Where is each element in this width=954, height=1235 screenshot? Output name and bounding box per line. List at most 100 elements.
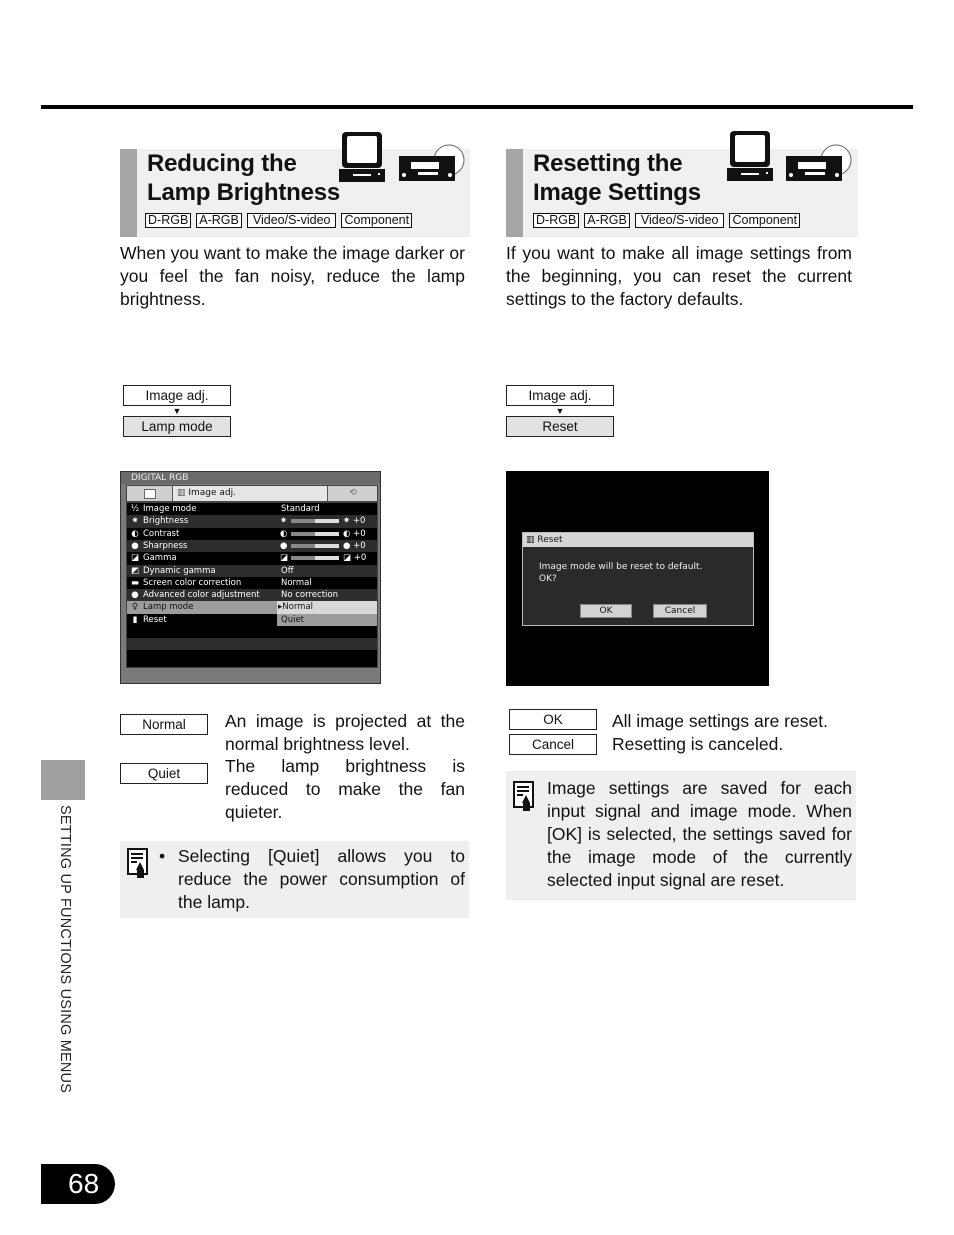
menu-path-step: Image adj. bbox=[123, 385, 231, 406]
menu-path-step: Reset bbox=[506, 416, 614, 437]
option-description: An image is projected at the normal brig… bbox=[225, 711, 465, 754]
computer-icon bbox=[339, 132, 385, 182]
menu-row-value: Quiet bbox=[277, 613, 377, 626]
section-title-line2: Lamp Brightness bbox=[147, 179, 341, 206]
down-arrow-icon: ▼ bbox=[172, 406, 182, 416]
menu-row[interactable]: ▬ Screen color correction Normal bbox=[127, 577, 377, 589]
slider-fill bbox=[291, 519, 315, 524]
dialog-message-line: Image mode will be reset to default. bbox=[539, 562, 703, 572]
menu-path-step: Image adj. bbox=[506, 385, 614, 406]
menu-row-label: Dynamic gamma bbox=[143, 565, 216, 576]
menu-row-value: ▸Normal bbox=[277, 601, 377, 614]
signal-tag: Video/S-video bbox=[634, 213, 725, 228]
tab-icon bbox=[144, 489, 156, 499]
menu-row-value: Standard bbox=[277, 503, 377, 515]
section-title-line2: Image Settings bbox=[533, 179, 701, 206]
option-label-quiet: Quiet bbox=[120, 763, 208, 784]
advanced-color-icon: ● bbox=[131, 590, 139, 601]
menu-empty-row bbox=[127, 638, 377, 651]
value-slider[interactable] bbox=[291, 519, 339, 524]
slider-fill bbox=[291, 556, 315, 561]
menu-tab[interactable]: ⟲ bbox=[329, 486, 377, 501]
menu-tab-image-adj[interactable]: ▥ Image adj. bbox=[173, 486, 328, 501]
value-slider[interactable] bbox=[291, 556, 339, 561]
menu-row[interactable]: ½ Image mode Standard bbox=[127, 503, 377, 515]
menu-row[interactable]: ◩ Dynamic gamma Off bbox=[127, 564, 377, 577]
slider-value-text: +0 bbox=[353, 528, 366, 539]
menu-row-label: Image mode bbox=[143, 504, 197, 514]
section-title: Resetting the Image Settings bbox=[533, 149, 701, 207]
intro-text: When you want to make the image darker o… bbox=[120, 243, 465, 309]
menu-row[interactable]: ◪ Gamma ◪ ◪ +0 bbox=[127, 552, 377, 564]
menu-row[interactable]: ● Advanced color adjustment No correction bbox=[127, 589, 377, 602]
slider-value: ✷ +0 bbox=[343, 516, 366, 527]
value-slider[interactable] bbox=[291, 531, 339, 536]
signal-tag: Component bbox=[341, 213, 413, 228]
menu-row[interactable]: ♀ Lamp mode ▸Normal bbox=[127, 601, 377, 614]
image-adj-icon: ▥ bbox=[177, 488, 189, 498]
top-rule bbox=[41, 105, 913, 109]
menu-row[interactable]: ◐ Contrast ◐ ◐ +0 bbox=[127, 528, 377, 540]
page-number: 68 bbox=[41, 1164, 115, 1204]
bullet: • bbox=[159, 846, 166, 866]
signal-tag: A-RGB bbox=[584, 213, 630, 228]
sharpness-icon: ● bbox=[131, 540, 139, 551]
menu-header: DIGITAL RGB bbox=[121, 472, 380, 484]
menu-path-step: Lamp mode bbox=[123, 416, 231, 437]
tab-label: Image adj. bbox=[188, 488, 237, 498]
cancel-button[interactable]: Cancel bbox=[653, 604, 707, 618]
menu-row-value-text: Quiet bbox=[281, 614, 305, 625]
option-description: Resetting is canceled. bbox=[612, 734, 784, 754]
menu-row-value: Normal bbox=[277, 577, 377, 589]
menu-tab[interactable] bbox=[127, 486, 173, 501]
option-description: All image settings are reset. bbox=[612, 711, 828, 731]
signal-tag: D-RGB bbox=[145, 213, 192, 228]
note-box: Image settings are saved for each input … bbox=[506, 771, 856, 900]
settings-icon: ⟲ bbox=[349, 488, 357, 498]
reset-dialog: ▥ Reset Image mode will be reset to defa… bbox=[522, 532, 754, 626]
dialog-title: ▥ Reset bbox=[523, 533, 753, 547]
menu-row[interactable]: ✷ Brightness ✷ ✷ +0 bbox=[127, 515, 377, 528]
intro-text: If you want to make all image settings f… bbox=[506, 243, 852, 309]
menu-row[interactable]: ● Sharpness ● ● +0 bbox=[127, 539, 377, 553]
slider-fill bbox=[291, 531, 315, 536]
menu-row[interactable]: ▮ Reset Quiet bbox=[127, 613, 377, 626]
memo-icon bbox=[127, 848, 148, 878]
menu-path: Image adj. ▼ Reset bbox=[506, 385, 614, 437]
menu-screenshot: DIGITAL RGB ▥ Image adj. ⟲ ½ Image mode St… bbox=[120, 471, 381, 684]
menu-row-label: Sharpness bbox=[143, 540, 188, 551]
ok-button[interactable]: OK bbox=[580, 604, 632, 618]
slider-value: ◪ +0 bbox=[343, 553, 367, 564]
screen-color-icon: ▬ bbox=[130, 577, 140, 588]
menu-row-label: Lamp mode bbox=[143, 602, 194, 613]
signal-tags: D-RGB A-RGB Video/S-video Component bbox=[145, 213, 413, 228]
brightness-icon: ✷ bbox=[280, 516, 288, 527]
value-slider[interactable] bbox=[291, 543, 339, 548]
slider-value: ◐ +0 bbox=[343, 528, 366, 539]
menu-row-value-text: Normal bbox=[282, 602, 314, 613]
slider-value: ● +0 bbox=[343, 540, 366, 551]
reset-icon: ▮ bbox=[132, 614, 138, 625]
brightness-icon: ✷ bbox=[131, 516, 139, 527]
down-arrow-icon: ▼ bbox=[555, 406, 565, 416]
menu-row-value-text: Off bbox=[281, 565, 294, 576]
section-title-line1: Reducing the bbox=[147, 150, 297, 177]
dialog-message: Image mode will be reset to default. OK? bbox=[539, 561, 702, 585]
section-title: Reducing the Lamp Brightness bbox=[147, 149, 340, 207]
signal-tag: D-RGB bbox=[533, 213, 580, 228]
image-mode-icon: ½ bbox=[130, 504, 140, 514]
menu-row-value-text: Normal bbox=[281, 577, 312, 588]
section-title-line1: Resetting the bbox=[533, 150, 683, 177]
slider-value-text: +0 bbox=[352, 516, 366, 527]
signal-tags: D-RGB A-RGB Video/S-video Component bbox=[533, 213, 801, 228]
reset-icon: ▥ bbox=[526, 535, 538, 545]
menu-row-label: Brightness bbox=[143, 516, 189, 527]
lamp-icon: ♀ bbox=[131, 602, 139, 613]
note-text: Selecting [Quiet] allows you to reduce t… bbox=[178, 846, 465, 912]
computer-icon bbox=[727, 131, 773, 181]
menu-row-value-text: Standard bbox=[281, 504, 320, 514]
menu-row-label: Gamma bbox=[143, 553, 177, 564]
menu-row-label: Screen color correction bbox=[143, 577, 242, 588]
signal-tag: Component bbox=[729, 213, 801, 228]
menu-row-value: No correction bbox=[277, 589, 377, 601]
